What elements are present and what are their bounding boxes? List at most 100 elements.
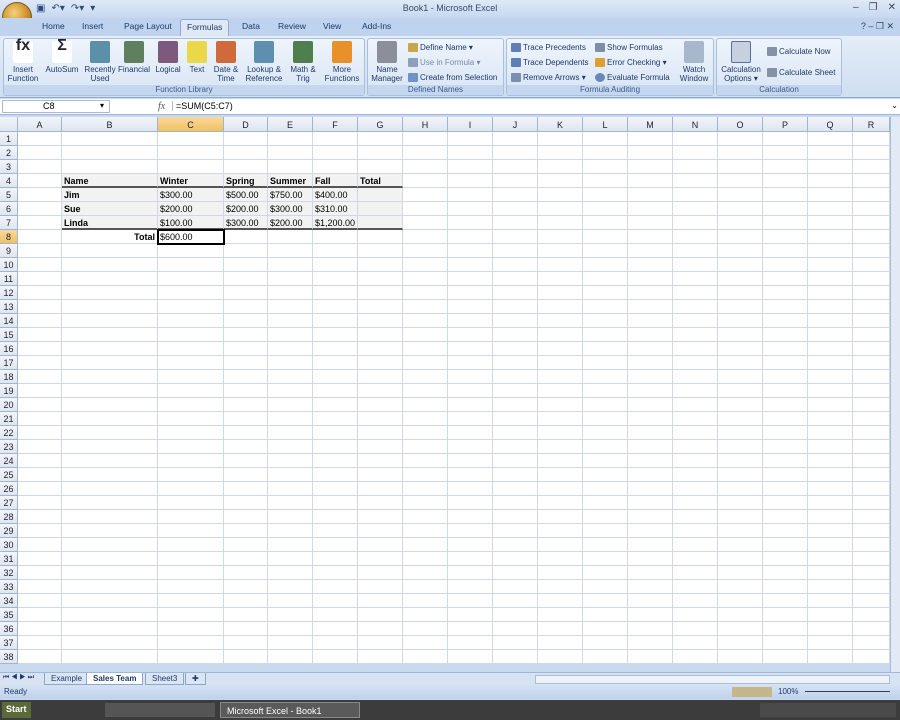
- cell-N9[interactable]: [673, 244, 718, 258]
- cell-P20[interactable]: [763, 398, 808, 412]
- cell-P29[interactable]: [763, 524, 808, 538]
- cell-C1[interactable]: [158, 132, 224, 146]
- cell-P27[interactable]: [763, 496, 808, 510]
- cell-N33[interactable]: [673, 580, 718, 594]
- cell-L33[interactable]: [583, 580, 628, 594]
- cell-B11[interactable]: [62, 272, 158, 286]
- cell-B14[interactable]: [62, 314, 158, 328]
- cell-E10[interactable]: [268, 258, 313, 272]
- cell-O33[interactable]: [718, 580, 763, 594]
- row-header[interactable]: 25: [0, 468, 18, 482]
- cell-I18[interactable]: [448, 370, 493, 384]
- cell-H38[interactable]: [403, 650, 448, 664]
- cell-F14[interactable]: [313, 314, 358, 328]
- logical-button[interactable]: Logical: [153, 41, 183, 74]
- cell-P15[interactable]: [763, 328, 808, 342]
- cell-N37[interactable]: [673, 636, 718, 650]
- cell-I4[interactable]: [448, 174, 493, 188]
- cell-M20[interactable]: [628, 398, 673, 412]
- cell-A28[interactable]: [18, 510, 62, 524]
- cell-D15[interactable]: [224, 328, 268, 342]
- column-header-H[interactable]: H: [403, 117, 448, 132]
- cell-M33[interactable]: [628, 580, 673, 594]
- cell-B36[interactable]: [62, 622, 158, 636]
- cell-I15[interactable]: [448, 328, 493, 342]
- cell-A24[interactable]: [18, 454, 62, 468]
- cell-G3[interactable]: [358, 160, 403, 174]
- cell-Q17[interactable]: [808, 356, 853, 370]
- cell-O25[interactable]: [718, 468, 763, 482]
- row-header[interactable]: 3: [0, 160, 18, 174]
- column-header-D[interactable]: D: [224, 117, 268, 132]
- cell-I13[interactable]: [448, 300, 493, 314]
- cell-K18[interactable]: [538, 370, 583, 384]
- cell-O4[interactable]: [718, 174, 763, 188]
- cell-R21[interactable]: [853, 412, 890, 426]
- cell-A36[interactable]: [18, 622, 62, 636]
- cell-E26[interactable]: [268, 482, 313, 496]
- cell-K36[interactable]: [538, 622, 583, 636]
- cell-L6[interactable]: [583, 202, 628, 216]
- cell-L20[interactable]: [583, 398, 628, 412]
- cell-P26[interactable]: [763, 482, 808, 496]
- cell-B8[interactable]: Total: [62, 230, 158, 244]
- insert-function-button[interactable]: fx Insert Function: [6, 38, 40, 84]
- cell-A25[interactable]: [18, 468, 62, 482]
- cell-K24[interactable]: [538, 454, 583, 468]
- row-header[interactable]: 7: [0, 216, 18, 230]
- taskbar-item[interactable]: [105, 703, 215, 717]
- cell-P23[interactable]: [763, 440, 808, 454]
- cell-P6[interactable]: [763, 202, 808, 216]
- column-header-B[interactable]: B: [62, 117, 158, 132]
- cell-A2[interactable]: [18, 146, 62, 160]
- column-header-N[interactable]: N: [673, 117, 718, 132]
- cell-N31[interactable]: [673, 552, 718, 566]
- cell-I38[interactable]: [448, 650, 493, 664]
- help-icon[interactable]: ? – ❐ ✕: [861, 21, 894, 32]
- sheet-nav-arrows-icon[interactable]: ⏮ ◀ ▶ ⏭: [3, 674, 34, 682]
- cell-R12[interactable]: [853, 286, 890, 300]
- cell-H11[interactable]: [403, 272, 448, 286]
- cell-F22[interactable]: [313, 426, 358, 440]
- cell-C37[interactable]: [158, 636, 224, 650]
- cell-H25[interactable]: [403, 468, 448, 482]
- cell-G23[interactable]: [358, 440, 403, 454]
- cell-R22[interactable]: [853, 426, 890, 440]
- cell-K2[interactable]: [538, 146, 583, 160]
- cell-F24[interactable]: [313, 454, 358, 468]
- cell-G1[interactable]: [358, 132, 403, 146]
- cell-K15[interactable]: [538, 328, 583, 342]
- cell-O8[interactable]: [718, 230, 763, 244]
- taskbar-excel[interactable]: Microsoft Excel - Book1: [220, 702, 360, 718]
- cell-L34[interactable]: [583, 594, 628, 608]
- cell-D16[interactable]: [224, 342, 268, 356]
- cell-E13[interactable]: [268, 300, 313, 314]
- cell-I23[interactable]: [448, 440, 493, 454]
- cell-R13[interactable]: [853, 300, 890, 314]
- cell-D34[interactable]: [224, 594, 268, 608]
- cell-R20[interactable]: [853, 398, 890, 412]
- cell-D11[interactable]: [224, 272, 268, 286]
- cell-R23[interactable]: [853, 440, 890, 454]
- cell-D7[interactable]: $300.00: [224, 216, 268, 230]
- cell-Q14[interactable]: [808, 314, 853, 328]
- cell-F31[interactable]: [313, 552, 358, 566]
- cell-C14[interactable]: [158, 314, 224, 328]
- cell-P3[interactable]: [763, 160, 808, 174]
- cell-K5[interactable]: [538, 188, 583, 202]
- cell-P18[interactable]: [763, 370, 808, 384]
- cell-Q9[interactable]: [808, 244, 853, 258]
- cell-J15[interactable]: [493, 328, 538, 342]
- cell-L27[interactable]: [583, 496, 628, 510]
- cell-R5[interactable]: [853, 188, 890, 202]
- cell-N13[interactable]: [673, 300, 718, 314]
- cell-M5[interactable]: [628, 188, 673, 202]
- cell-Q6[interactable]: [808, 202, 853, 216]
- cell-I26[interactable]: [448, 482, 493, 496]
- cell-H17[interactable]: [403, 356, 448, 370]
- cell-A16[interactable]: [18, 342, 62, 356]
- cell-E4[interactable]: Summer: [268, 174, 313, 188]
- cell-M8[interactable]: [628, 230, 673, 244]
- cell-G6[interactable]: [358, 202, 403, 216]
- cell-M18[interactable]: [628, 370, 673, 384]
